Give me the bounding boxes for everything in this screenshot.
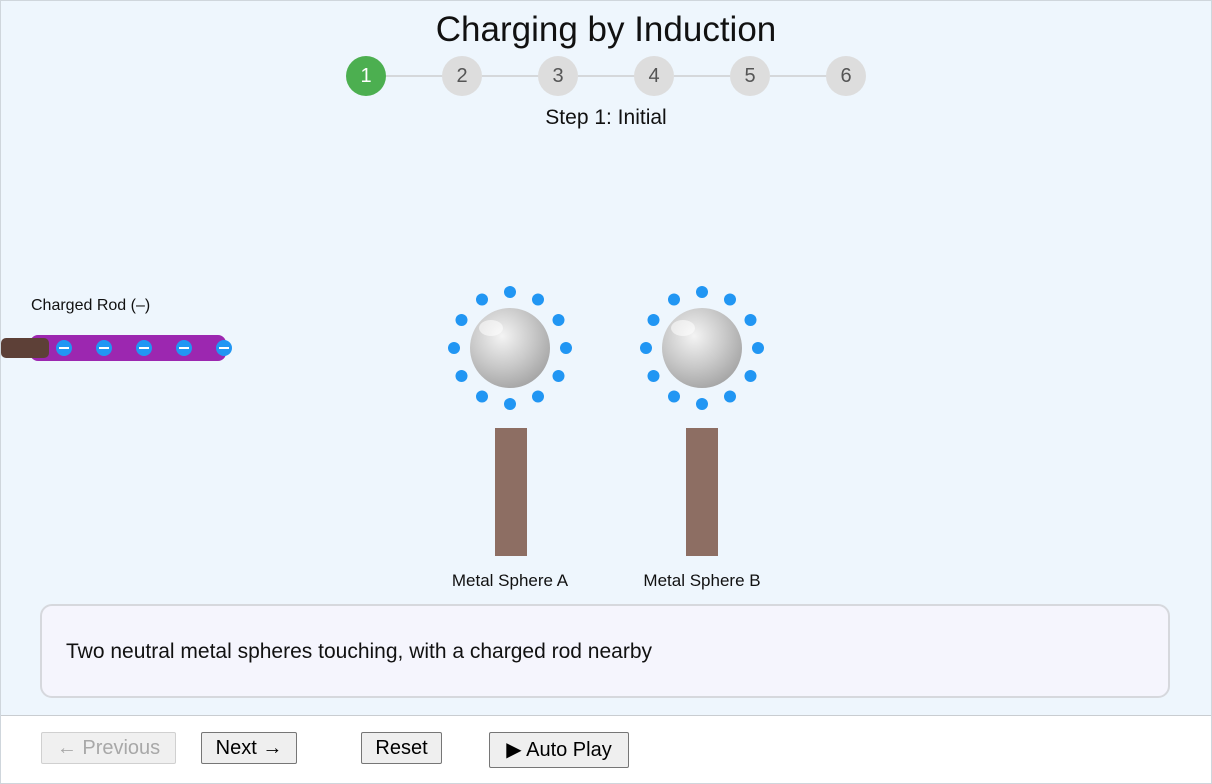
sphere-b-electron	[744, 314, 757, 326]
sphere-b-label: Metal Sphere B	[643, 571, 761, 590]
sphere-b-electron	[640, 342, 652, 354]
sphere-a-label: Metal Sphere A	[451, 571, 569, 590]
sphere-a-electron	[532, 390, 544, 403]
sphere-b-electron	[647, 370, 660, 382]
sphere-a-electron	[455, 314, 468, 326]
sphere-a-electron	[476, 293, 488, 306]
reset-button[interactable]: Reset	[361, 732, 442, 764]
sphere-a-highlight	[479, 320, 503, 336]
sphere-b-electron	[696, 398, 708, 410]
sphere-b-electron	[724, 390, 736, 403]
rod-charge-5	[216, 340, 232, 356]
sphere-a-stand	[495, 428, 527, 556]
sphere-a-electron	[552, 314, 565, 326]
sphere-b-electron	[752, 342, 764, 354]
charged-rod[interactable]	[1, 335, 232, 361]
sphere-b-electron	[668, 390, 680, 403]
sphere-a-electron	[476, 390, 488, 403]
rod-charge-1	[56, 340, 72, 356]
sphere-b-stand	[686, 428, 718, 556]
metal-sphere-b	[640, 286, 764, 556]
next-button[interactable]: Next →	[201, 732, 297, 764]
description-box: Two neutral metal spheres touching, with…	[40, 604, 1170, 698]
sphere-a-electron	[504, 286, 516, 298]
sphere-b-electron	[647, 314, 660, 326]
sphere-b-electron	[668, 293, 680, 306]
sphere-a-electron	[560, 342, 572, 354]
step-description: Two neutral metal spheres touching, with…	[66, 640, 653, 663]
rod-charge-4	[176, 340, 192, 356]
induction-scene	[1, 286, 764, 556]
metal-sphere-a	[448, 286, 572, 556]
sphere-a-electron	[532, 293, 544, 306]
sphere-a-electron	[448, 342, 460, 354]
sphere-a-electron	[455, 370, 468, 382]
auto-play-button[interactable]: ▶ Auto Play	[489, 732, 629, 768]
sphere-b-electron	[724, 293, 736, 306]
sphere-a-electron	[552, 370, 565, 382]
rod-charge-3	[136, 340, 152, 356]
sphere-a-ball	[470, 308, 550, 388]
sphere-b-ball	[662, 308, 742, 388]
rod-charge-2	[96, 340, 112, 356]
rod-handle	[1, 338, 49, 358]
previous-button[interactable]: ← Previous	[41, 732, 176, 764]
sphere-a-electron	[504, 398, 516, 410]
sphere-b-electron	[744, 370, 757, 382]
sphere-b-highlight	[671, 320, 695, 336]
sphere-b-electron	[696, 286, 708, 298]
